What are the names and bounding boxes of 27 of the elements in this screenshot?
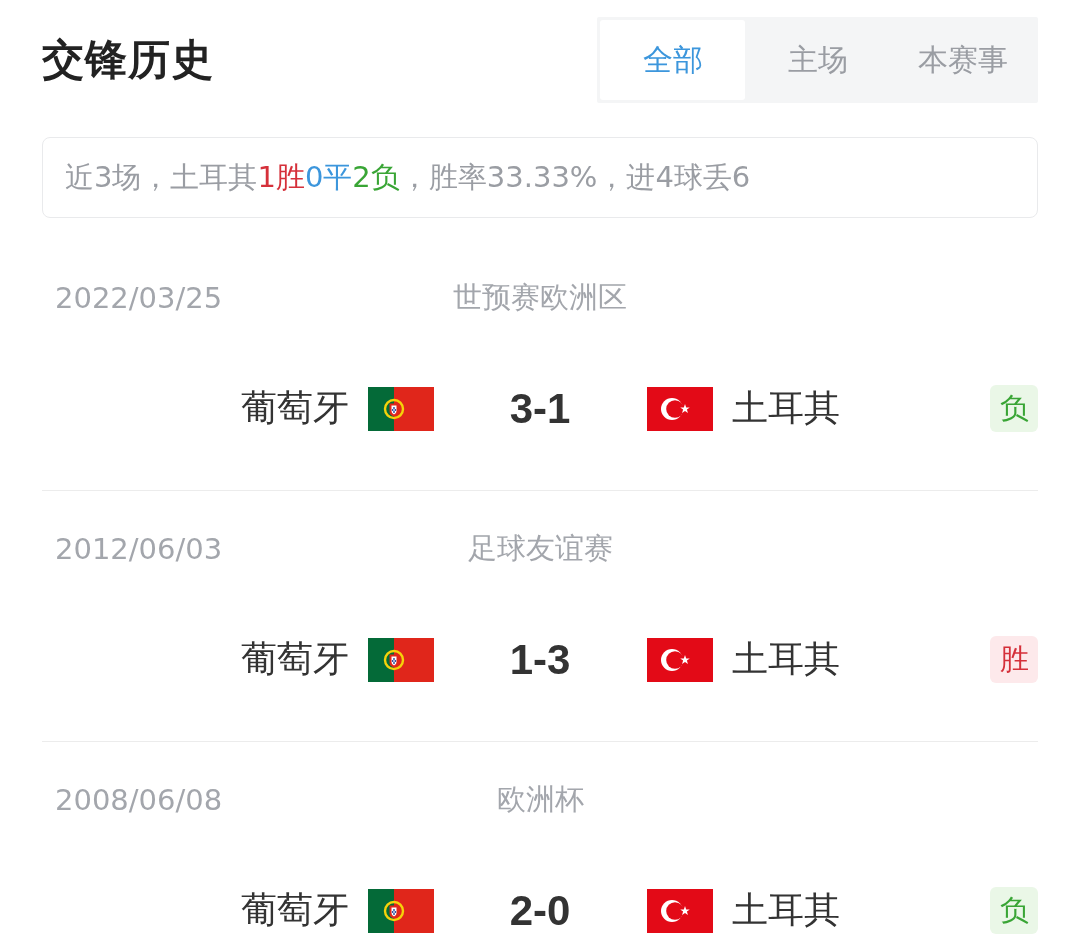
- team-name: 土耳其: [731, 386, 840, 430]
- result-badge: 负: [990, 385, 1038, 432]
- section-title: 交锋历史: [42, 34, 214, 86]
- team-name: 土耳其: [731, 637, 840, 681]
- team-name: 土耳其: [731, 888, 840, 932]
- result-badge: 负: [990, 887, 1038, 934]
- competition-name: 世预赛欧洲区: [453, 279, 627, 316]
- match-date: 2012/06/03: [54, 532, 224, 566]
- match-date: 2022/03/25: [54, 281, 224, 315]
- match-date: 2008/06/08: [54, 783, 224, 817]
- team-name: 葡萄牙: [240, 888, 349, 932]
- summary-text: 近3场，土耳其1胜0平2负，胜率33.33%，进4球丢6: [65, 158, 751, 196]
- match-score: 1-3: [508, 635, 572, 684]
- team-name: 葡萄牙: [240, 637, 349, 681]
- turkey-flag-icon: [646, 637, 713, 682]
- match-score: 2-0: [508, 886, 572, 935]
- match-score: 3-1: [508, 384, 572, 433]
- portugal-flag-icon: [367, 637, 434, 682]
- result-badge: 胜: [990, 636, 1038, 683]
- filter-tab[interactable]: 全部: [600, 20, 745, 100]
- filter-tab[interactable]: 主场: [745, 20, 890, 100]
- filter-tab[interactable]: 本赛事: [890, 20, 1035, 100]
- competition-name: 欧洲杯: [496, 781, 584, 818]
- turkey-flag-icon: [646, 386, 713, 431]
- team-name: 葡萄牙: [240, 386, 349, 430]
- competition-name: 足球友谊赛: [467, 530, 613, 567]
- portugal-flag-icon: [367, 386, 434, 431]
